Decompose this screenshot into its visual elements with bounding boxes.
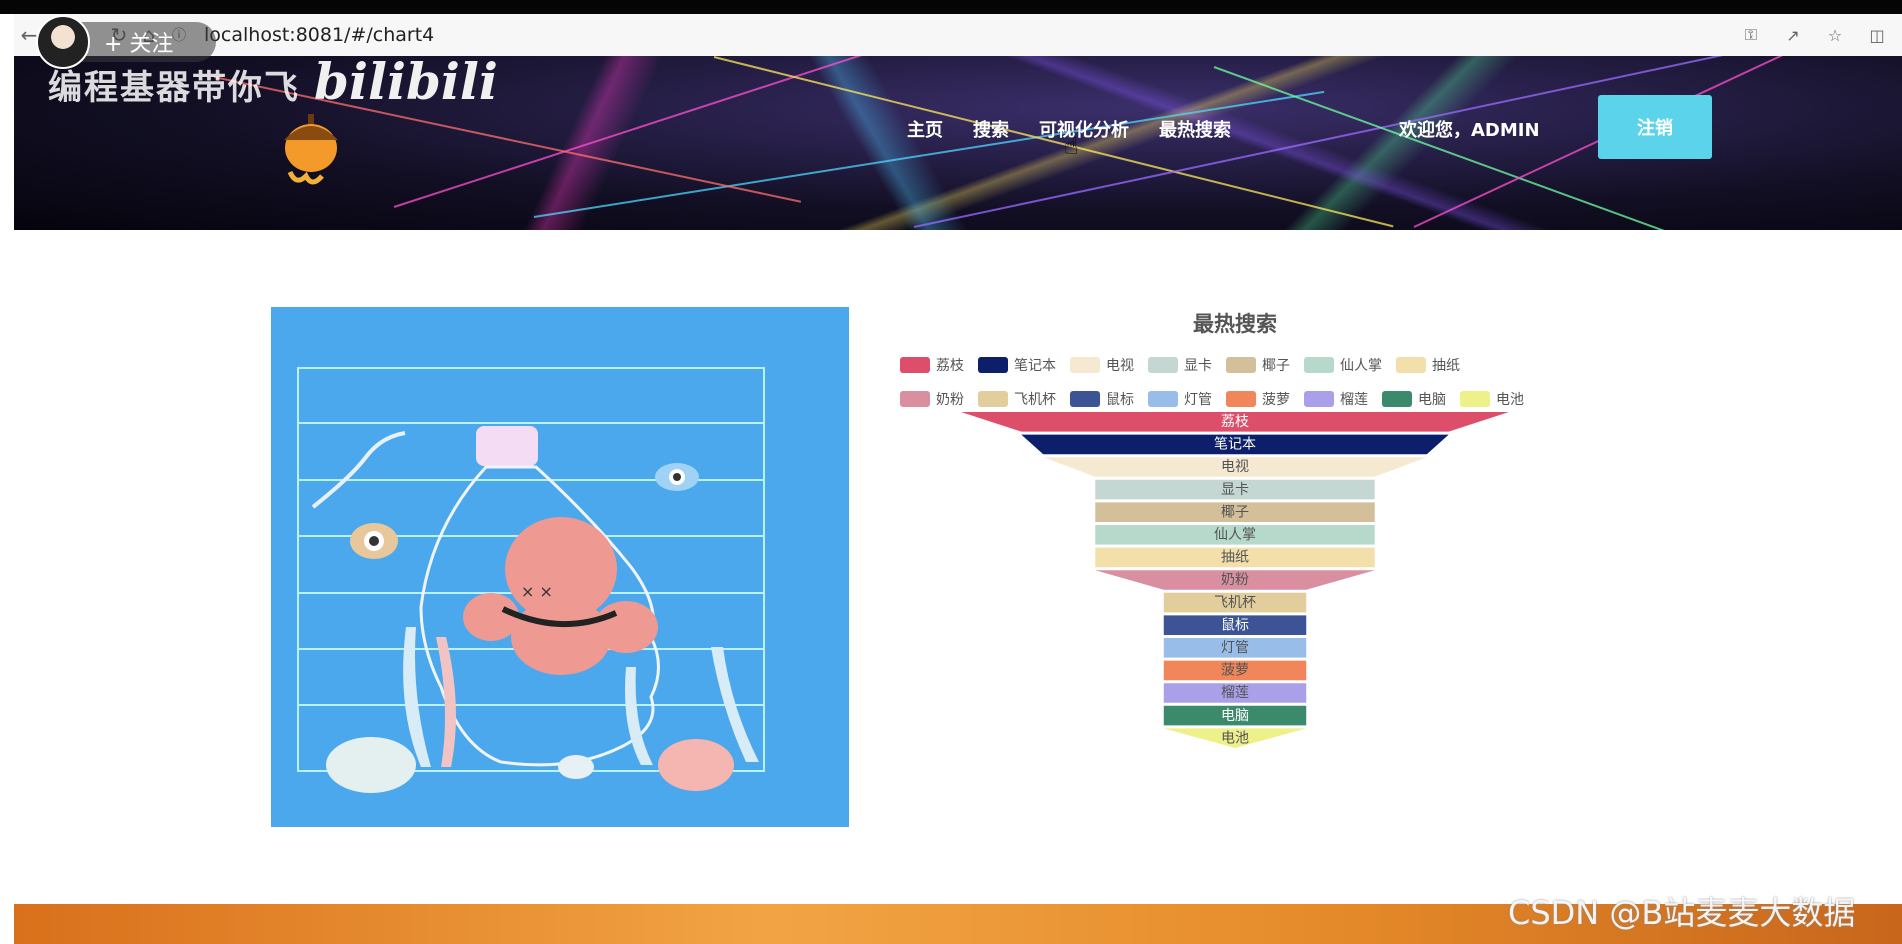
funnel-plot: 荔枝笔记本电视显卡椰子仙人掌抽纸奶粉飞机杯鼠标灯管菠萝榴莲电脑电池	[961, 412, 1509, 748]
funnel-label: 椰子	[1221, 504, 1249, 520]
brand-text: 编程基器带你飞	[48, 68, 300, 108]
svg-text:× ×: × ×	[521, 582, 553, 601]
acorn-logo-icon	[284, 114, 338, 185]
nav-search[interactable]: 搜索	[973, 116, 1009, 142]
sidebar-icon[interactable]: ◫	[1862, 20, 1892, 50]
hand-cursor-icon: ☝	[1064, 132, 1079, 160]
funnel-label: 灯管	[1221, 640, 1249, 656]
browser-toolbar: ← ↻ ⌂ ⓘ localhost:8081/#/chart4 ⚿ ↗ ☆ ◫	[14, 14, 1902, 56]
share-icon[interactable]: ↗	[1778, 20, 1808, 50]
main-nav: 主页 搜索 可视化分析 最热搜索	[907, 116, 1261, 142]
watermark: CSDN @B站麦麦大数据	[1508, 894, 1856, 932]
address-bar[interactable]: localhost:8081/#/chart4	[204, 24, 434, 46]
hot-search-funnel-chart: 最热搜索 荔枝 笔记本 电视 显卡 椰子 仙人掌 抽纸 奶粉 飞机杯 鼠标 灯管 菠萝 榴莲 电脑 电池 荔…	[890, 300, 1590, 760]
funnel-label: 榴莲	[1221, 685, 1249, 701]
funnel-label: 电池	[1221, 730, 1249, 746]
funnel-label: 笔记本	[1214, 437, 1256, 453]
funnel-label: 显卡	[1221, 482, 1249, 498]
follow-label: + 关注	[104, 32, 174, 57]
nav-home[interactable]: 主页	[907, 116, 943, 142]
site-header: 编程基器带你飞 bilibili 主页 搜索 可视化分析 最热搜索 欢迎您，AD…	[14, 56, 1902, 230]
key-icon[interactable]: ⚿	[1736, 20, 1766, 50]
funnel-label: 电视	[1221, 459, 1249, 475]
funnel-label: 飞机杯	[1214, 595, 1256, 611]
avatar	[36, 15, 90, 69]
nav-hot-search[interactable]: 最热搜索	[1159, 116, 1231, 142]
welcome-text: 欢迎您，ADMIN	[1399, 120, 1540, 141]
funnel-label: 菠萝	[1221, 663, 1249, 679]
funnel-label: 电脑	[1221, 708, 1249, 724]
window-top-edge	[0, 0, 1902, 14]
funnel-label: 奶粉	[1221, 572, 1249, 588]
funnel-label: 鼠标	[1221, 617, 1249, 633]
logout-button[interactable]: 注销	[1598, 95, 1712, 159]
nav-visual-analysis[interactable]: 可视化分析	[1039, 116, 1129, 142]
star-icon[interactable]: ☆	[1820, 20, 1850, 50]
funnel-label: 荔枝	[1221, 414, 1249, 430]
ocean-bottle-illustration: × ×	[271, 307, 849, 827]
bilibili-logo: bilibili	[314, 56, 498, 111]
funnel-label: 仙人掌	[1214, 527, 1256, 543]
follow-button[interactable]: + 关注	[36, 15, 216, 69]
funnel-label: 抽纸	[1221, 550, 1249, 566]
